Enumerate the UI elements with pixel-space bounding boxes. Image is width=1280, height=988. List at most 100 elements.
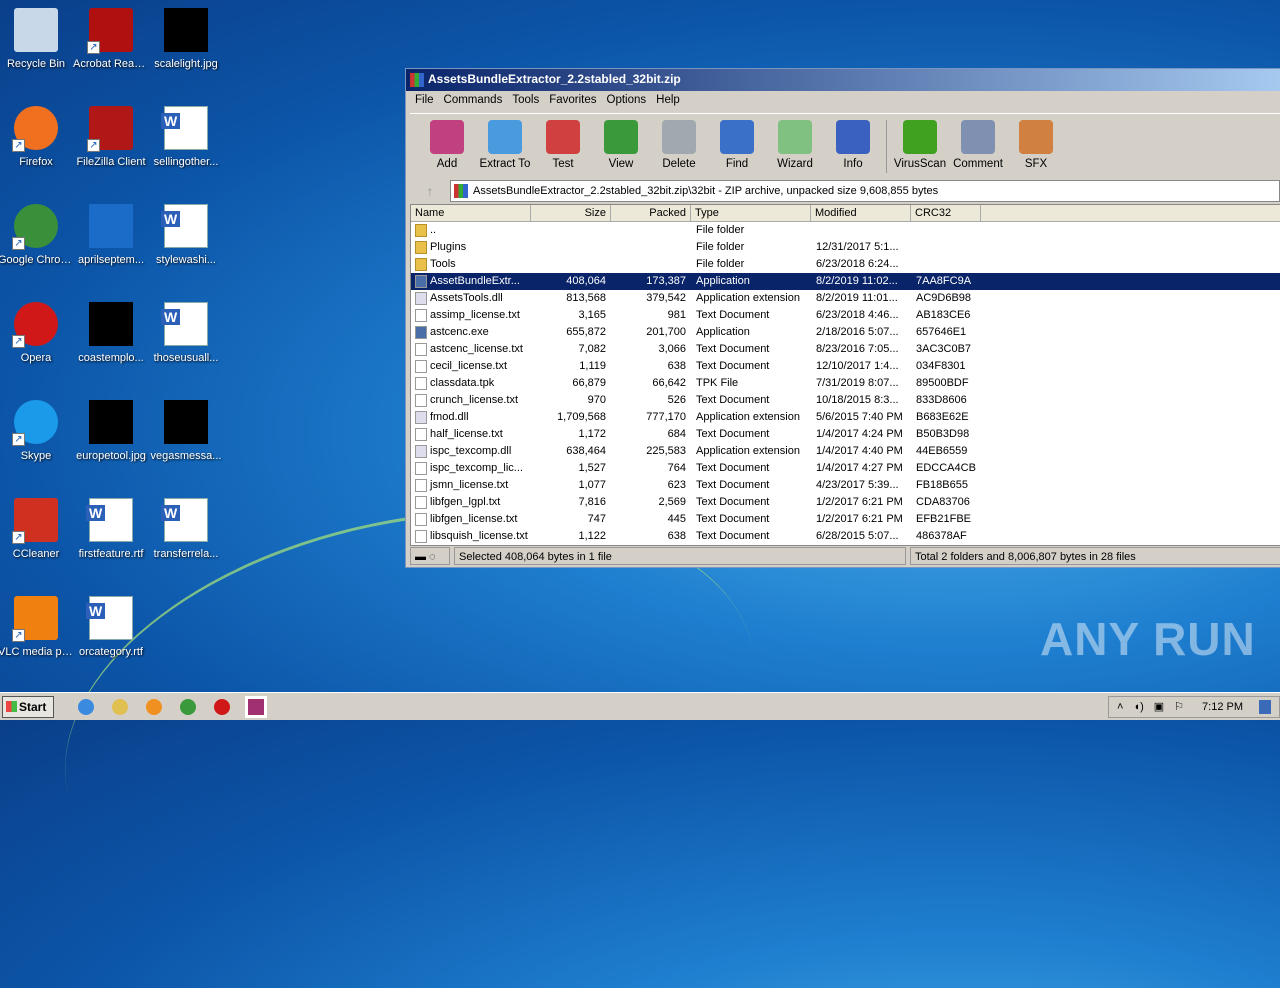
desktop-icon-label: europetool.jpg [76, 450, 146, 462]
desktop-icon[interactable]: ↗ Acrobat Reader DC [73, 8, 149, 71]
desktop-icon[interactable]: Recycle Bin [0, 8, 74, 71]
file-row[interactable]: libfgen_license.txt 747 445 Text Document 1/… [411, 511, 1280, 528]
toolbar-add-button[interactable]: Add [418, 116, 476, 177]
file-row[interactable]: half_license.txt 1,172 684 Text Document 1/4… [411, 426, 1280, 443]
file-row[interactable]: astcenc_license.txt 7,082 3,066 Text Docume… [411, 341, 1280, 358]
volume-icon[interactable]: ◖) [1133, 701, 1143, 713]
desktop-icon[interactable]: ↗ CCleaner [0, 498, 74, 561]
wizard-wand-icon [778, 120, 812, 154]
file-name: assimp_license.txt [430, 309, 520, 321]
desktop-icon[interactable]: coastemplo... [73, 302, 149, 365]
file-row[interactable]: classdata.tpk 66,879 66,642 TPK File 7/31/20… [411, 375, 1280, 392]
toolbar-info-button[interactable]: Info [824, 116, 882, 177]
desktop-icon[interactable]: ↗ VLC media player [0, 596, 74, 659]
cell-packed [611, 239, 691, 256]
file-row[interactable]: libfgen_lgpl.txt 7,816 2,569 Text Document 1… [411, 494, 1280, 511]
desktop-icon[interactable]: ↗ Opera [0, 302, 74, 365]
start-button[interactable]: Start [2, 695, 54, 718]
cell-modified: 1/2/2017 6:21 PM [816, 513, 903, 525]
file-name: .. [430, 224, 437, 236]
file-row[interactable]: fmod.dll 1,709,568 777,170 Application exte… [411, 409, 1280, 426]
show-hidden-icons[interactable]: ˄ [1117, 701, 1123, 713]
cell-modified: 6/23/2018 6:24... [816, 258, 899, 270]
file-row[interactable]: AssetBundleExtr... 408,064 173,387 Applicat… [411, 273, 1280, 290]
menu-file[interactable]: File [410, 94, 439, 111]
desktop-icon[interactable]: ↗ Firefox [0, 106, 74, 169]
taskbar-opera-icon[interactable] [214, 698, 230, 715]
cell-modified: 12/10/2017 1:4... [816, 360, 899, 372]
desktop-icon[interactable]: europetool.jpg [73, 400, 149, 463]
toolbar-virusscan-button[interactable]: VirusScan [891, 116, 949, 177]
desktop-icon[interactable]: aprilseptem... [73, 204, 149, 267]
toolbar-delete-button[interactable]: Delete [650, 116, 708, 177]
toolbar-view-button[interactable]: View [592, 116, 650, 177]
anyrun-watermark: ANY RUN [1040, 613, 1256, 665]
cell-size: 970 [587, 394, 606, 406]
file-row[interactable]: crunch_license.txt 970 526 Text Document 10/… [411, 392, 1280, 409]
show-desktop-button[interactable] [1259, 699, 1271, 714]
cell-size: 747 [587, 513, 606, 525]
menu-options[interactable]: Options [602, 94, 652, 111]
taskbar-winrar-icon[interactable] [245, 695, 267, 718]
desktop-icon[interactable]: transferrela... [148, 498, 224, 561]
flag-icon[interactable]: ⚐ [1174, 700, 1184, 713]
column-header-name[interactable]: Name [411, 205, 531, 221]
desktop-icon[interactable]: sellingother... [148, 106, 224, 169]
toolbar-comment-button[interactable]: Comment [949, 116, 1007, 177]
file-row[interactable]: Plugins File folder 12/31/2017 5:1... [411, 239, 1280, 256]
toolbar-sfx-button[interactable]: SFX [1007, 116, 1065, 177]
column-header-crc32[interactable]: CRC32 [911, 205, 981, 221]
title-bar[interactable]: AssetsBundleExtractor_2.2stabled_32bit.z… [406, 69, 1280, 91]
menu-help[interactable]: Help [651, 94, 685, 111]
file-row[interactable]: AssetsTools.dll 813,568 379,542 Application… [411, 290, 1280, 307]
file-row[interactable]: ispc_texcomp_lic... 1,527 764 Text Document… [411, 460, 1280, 477]
cell-packed: 3,066 [658, 343, 686, 355]
toolbar-wizard-button[interactable]: Wizard [766, 116, 824, 177]
cell-type: TPK File [696, 377, 739, 389]
menu-tools[interactable]: Tools [507, 94, 544, 111]
file-row[interactable]: jsmn_license.txt 1,077 623 Text Document 4/2… [411, 477, 1280, 494]
desktop-icon-label: scalelight.jpg [154, 58, 218, 70]
desktop-icon[interactable]: thoseusuall... [148, 302, 224, 365]
taskbar-chrome-icon[interactable] [180, 698, 196, 715]
desktop-icon-label: thoseusuall... [153, 352, 219, 364]
desktop-icon[interactable]: orcategory.rtf [73, 596, 149, 659]
shortcut-arrow-icon: ↗ [12, 433, 25, 446]
file-row[interactable]: astcenc.exe 655,872 201,700 Application 2/18… [411, 324, 1280, 341]
menu-favorites[interactable]: Favorites [544, 94, 601, 111]
file-row[interactable]: ispc_texcomp.dll 638,464 225,583 Applicatio… [411, 443, 1280, 460]
cell-type: Application [696, 275, 750, 287]
column-header-modified[interactable]: Modified [811, 205, 911, 221]
cell-modified: 12/31/2017 5:1... [816, 241, 899, 253]
file-row[interactable]: .. File folder [411, 222, 1280, 239]
file-row[interactable]: Tools File folder 6/23/2018 6:24... [411, 256, 1280, 273]
toolbar-extract-to-button[interactable]: Extract To [476, 116, 534, 177]
address-field[interactable]: AssetsBundleExtractor_2.2stabled_32bit.z… [450, 180, 1280, 202]
file-row[interactable]: cecil_license.txt 1,119 638 Text Document 12… [411, 358, 1280, 375]
desktop-icon[interactable]: ↗ Google Chrome [0, 204, 74, 267]
toolbar-label: Comment [953, 158, 1003, 170]
desktop-icon[interactable]: stylewashi... [148, 204, 224, 267]
taskbar-media-player-icon[interactable] [146, 698, 162, 715]
toolbar-find-button[interactable]: Find [708, 116, 766, 177]
toolbar-test-button[interactable]: Test [534, 116, 592, 177]
up-arrow-button[interactable]: ↑ [410, 183, 450, 199]
taskbar-explorer-icon[interactable] [112, 698, 128, 715]
archive-icon [454, 184, 468, 198]
desktop-icon[interactable]: ↗ Skype [0, 400, 74, 463]
desktop-icon[interactable]: firstfeature.rtf [73, 498, 149, 561]
desktop-icon-label: Opera [20, 352, 52, 364]
column-header-size[interactable]: Size [531, 205, 611, 221]
desktop-icon[interactable]: scalelight.jpg [148, 8, 224, 71]
column-header-packed[interactable]: Packed [611, 205, 691, 221]
desktop-icon[interactable]: ↗ FileZilla Client [73, 106, 149, 169]
network-icon[interactable]: ▣ [1154, 700, 1164, 713]
column-header-type[interactable]: Type [691, 205, 811, 221]
file-row[interactable]: libsquish_license.txt 1,122 638 Text Docume… [411, 528, 1280, 545]
taskbar-ie-icon[interactable] [78, 698, 94, 715]
file-row[interactable]: assimp_license.txt 3,165 981 Text Document 6… [411, 307, 1280, 324]
extract-folder-icon [488, 120, 522, 154]
desktop-icon[interactable]: vegasmessa... [148, 400, 224, 463]
menu-commands[interactable]: Commands [439, 94, 508, 111]
clock[interactable]: 7:12 PM [1202, 701, 1243, 713]
